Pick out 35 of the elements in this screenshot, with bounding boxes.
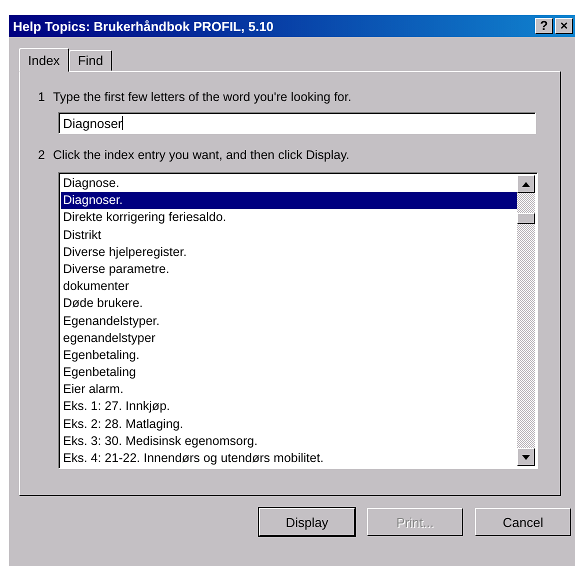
list-item[interactable]: Diagnose. — [61, 175, 517, 192]
search-field[interactable]: Diagnoser — [58, 112, 536, 134]
scroll-down-button[interactable] — [517, 448, 535, 466]
list-item[interactable]: Egenandelstyper. — [61, 312, 517, 330]
help-button[interactable]: ? — [535, 18, 553, 34]
list-item[interactable]: Eks. 3: 30. Medisinsk egenomsorg. — [61, 432, 517, 450]
list-item[interactable]: Diverse hjelperegister. — [61, 244, 517, 261]
up-arrow-icon — [522, 182, 530, 186]
list-item[interactable]: dokumenter — [61, 278, 517, 296]
dialog-button[interactable]: Display — [259, 508, 355, 536]
list-item[interactable]: Eks. 1: 27. Innkjøp. — [61, 398, 517, 416]
list-item[interactable]: Distrikt — [61, 226, 517, 244]
list-item[interactable]: Egenbetaling. — [61, 346, 517, 364]
instruction-text: Click the index entry you want, and then click Display. — [52, 148, 350, 162]
dialog-button[interactable]: Cancel — [475, 508, 571, 536]
tab[interactable]: Find — [68, 50, 112, 71]
list-item[interactable]: Diverse parametre. — [61, 260, 517, 278]
scroll-up-button[interactable] — [517, 175, 535, 193]
list-item[interactable]: Direkte korrigering feriesaldo. — [61, 209, 517, 227]
list-item[interactable]: Døde brukere. — [61, 295, 517, 312]
instruction-text: Type the first few letters of the word you're looking for. — [52, 90, 352, 104]
list-item[interactable]: Eks. 2: 28. Matlaging. — [61, 416, 517, 433]
window-title: Help Topics: Brukerhåndbok PROFIL, 5.10 — [13, 18, 274, 34]
scrollbar[interactable] — [517, 175, 535, 466]
step-number: 1 — [38, 90, 45, 104]
list-item[interactable]: Eks. 4: 21-22. Innendørs og utendørs mobilitet. — [61, 450, 517, 466]
list-item[interactable]: Diagnoser. — [61, 192, 517, 210]
close-button[interactable]: × — [555, 18, 573, 34]
list-item[interactable]: egenandelstyper — [61, 330, 517, 347]
tab[interactable]: Index — [19, 48, 69, 72]
down-arrow-icon — [522, 454, 530, 460]
list-item[interactable]: Egenbetaling — [61, 364, 517, 382]
step-number: 2 — [38, 148, 45, 162]
list-item[interactable]: Eier alarm. — [61, 381, 517, 398]
scroll-thumb[interactable] — [517, 213, 535, 224]
